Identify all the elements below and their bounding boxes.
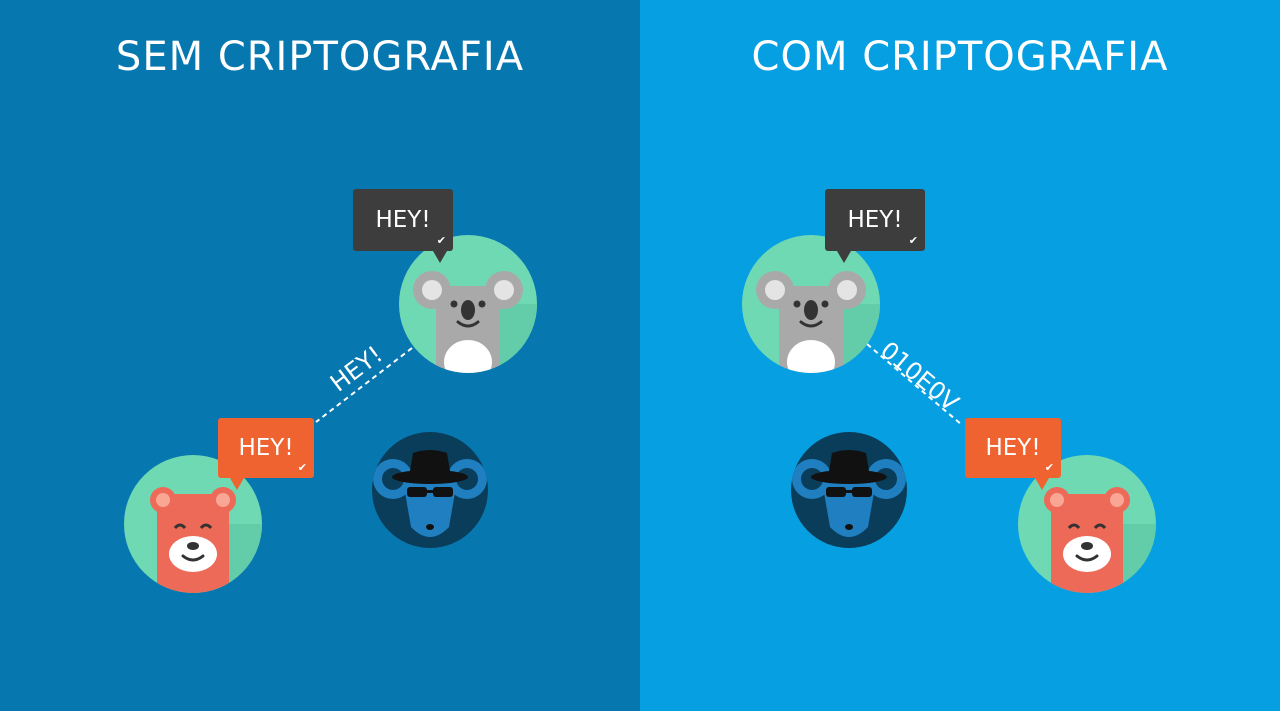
checkmark-icon: ✔ [908,234,918,247]
checkmark-icon: ✔ [297,461,307,474]
koala-speech-bubble: HEY! ✔ [825,189,925,263]
bubble-text: HEY! [375,207,431,233]
koala-avatar-icon [742,235,880,373]
bubble-text: HEY! [847,207,903,233]
connection-line [866,343,963,426]
panel-with-encryption: COM CRIPTOGRAFIA 010E0V HEY! ✔ HEY! ✔ [640,0,1280,711]
bear-speech-bubble: HEY! ✔ [218,418,314,490]
bubble-text: HEY! [985,435,1041,461]
koala-avatar-icon [399,235,537,373]
spy-mouse-icon [372,432,488,548]
bubble-text: HEY! [238,435,294,461]
bear-speech-bubble: HEY! ✔ [965,418,1061,490]
koala-speech-bubble: HEY! ✔ [353,189,453,263]
checkmark-icon: ✔ [436,234,446,247]
checkmark-icon: ✔ [1044,461,1054,474]
spy-mouse-icon [791,432,907,548]
connection-line [315,347,413,423]
panel-without-encryption: SEM CRIPTOGRAFIA HEY! HEY! ✔ HEY! ✔ [0,0,640,711]
